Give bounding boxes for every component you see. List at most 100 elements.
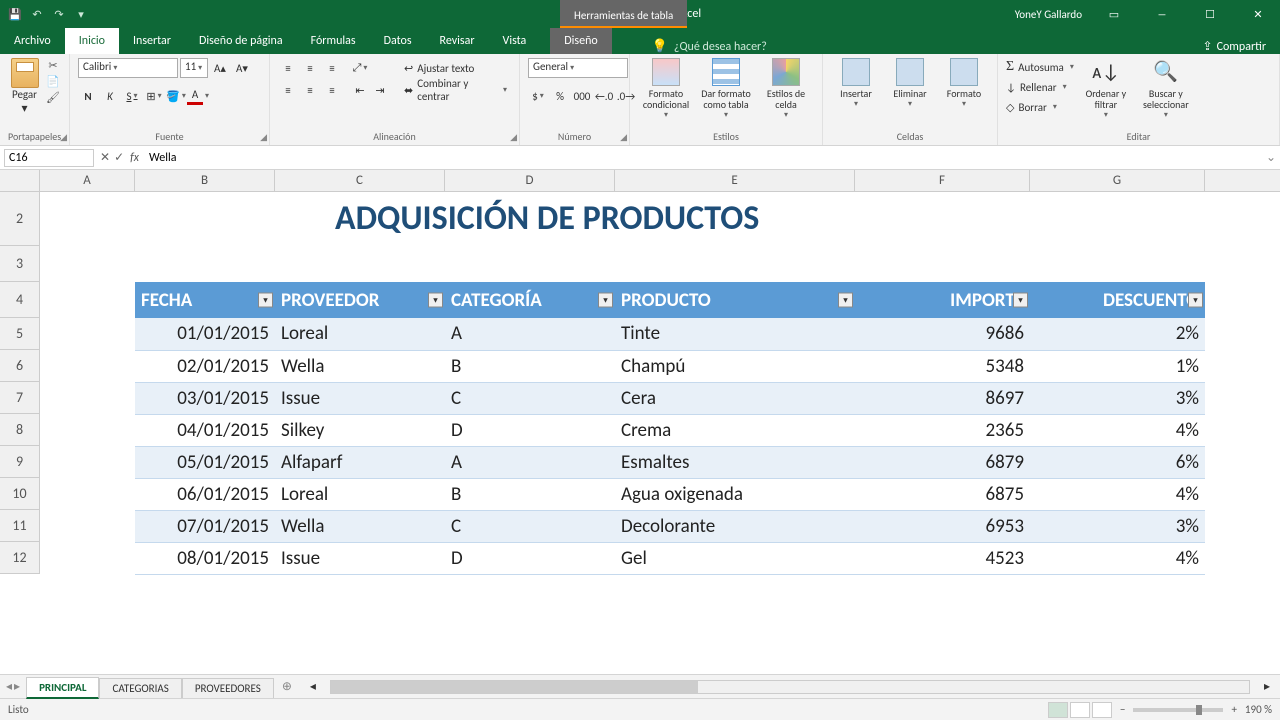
normal-view-icon[interactable] — [1048, 702, 1068, 718]
column-header[interactable]: C — [275, 170, 445, 191]
decrease-font-icon[interactable]: A▾ — [232, 58, 252, 78]
zoom-in-icon[interactable]: + — [1231, 703, 1236, 716]
clear-button[interactable]: ◇Borrar — [1006, 98, 1074, 116]
horizontal-scrollbar[interactable]: ◂ ▸ — [310, 679, 1270, 694]
insert-cells-button[interactable]: Insertar▾ — [831, 58, 881, 110]
filter-dropdown-icon[interactable]: ▾ — [598, 293, 613, 308]
table-cell[interactable]: C — [445, 510, 615, 542]
comma-format-icon[interactable]: 000 — [572, 86, 592, 106]
align-center-icon[interactable]: ≡ — [300, 80, 320, 100]
table-cell[interactable]: Champú — [615, 350, 855, 382]
column-header[interactable]: E — [615, 170, 855, 191]
table-cell[interactable]: 9686 — [855, 318, 1030, 350]
tab-review[interactable]: Revisar — [426, 28, 489, 54]
tab-page-layout[interactable]: Diseño de página — [185, 28, 297, 54]
increase-decimal-icon[interactable]: ←.0 — [594, 86, 614, 106]
paste-button[interactable]: Pegar ▾ — [8, 58, 41, 116]
bold-button[interactable]: N — [78, 86, 98, 106]
table-row[interactable]: 06/01/2015LorealBAgua oxigenada68754% — [135, 478, 1205, 510]
table-cell[interactable]: D — [445, 414, 615, 446]
table-cell[interactable]: Wella — [275, 350, 445, 382]
table-cell[interactable]: 8697 — [855, 382, 1030, 414]
worksheet-grid[interactable]: ABCDEFG 23456789101112 ADQUISICIÓN DE PR… — [0, 170, 1280, 674]
table-cell[interactable]: 2365 — [855, 414, 1030, 446]
increase-indent-icon[interactable]: ⇥ — [370, 80, 390, 100]
table-cell[interactable]: Gel — [615, 542, 855, 574]
table-cell[interactable]: Agua oxigenada — [615, 478, 855, 510]
zoom-out-icon[interactable]: − — [1120, 703, 1125, 716]
dialog-launcher-icon[interactable]: ◢ — [60, 132, 67, 143]
align-left-icon[interactable]: ≡ — [278, 80, 298, 100]
fx-icon[interactable]: fx — [130, 151, 139, 165]
borders-icon[interactable]: ⊞ — [144, 86, 164, 106]
table-row[interactable]: 04/01/2015SilkeyDCrema23654% — [135, 414, 1205, 446]
redo-icon[interactable]: ↷ — [52, 7, 66, 21]
table-cell[interactable]: D — [445, 542, 615, 574]
enter-formula-icon[interactable]: ✓ — [114, 150, 124, 165]
table-cell[interactable]: A — [445, 318, 615, 350]
table-cell[interactable]: Issue — [275, 382, 445, 414]
share-button[interactable]: ⇪ Compartir — [1189, 39, 1280, 54]
table-cell[interactable]: 07/01/2015 — [135, 510, 275, 542]
filter-dropdown-icon[interactable]: ▾ — [838, 293, 853, 308]
format-painter-icon[interactable]: 🖌 — [45, 90, 61, 104]
data-table[interactable]: FECHA▾PROVEEDOR▾CATEGORÍA▾PRODUCTO▾IMPOR… — [135, 282, 1205, 575]
row-header[interactable]: 10 — [0, 478, 39, 510]
row-header[interactable]: 4 — [0, 282, 39, 318]
row-headers[interactable]: 23456789101112 — [0, 192, 40, 574]
table-cell[interactable]: 6879 — [855, 446, 1030, 478]
table-cell[interactable]: 2% — [1030, 318, 1205, 350]
table-row[interactable]: 05/01/2015AlfaparfAEsmaltes68796% — [135, 446, 1205, 478]
row-header[interactable]: 6 — [0, 350, 39, 382]
filter-dropdown-icon[interactable]: ▾ — [1188, 293, 1203, 308]
fill-color-icon[interactable]: 🪣 — [166, 86, 186, 106]
table-cell[interactable]: Alfaparf — [275, 446, 445, 478]
page-break-view-icon[interactable] — [1092, 702, 1112, 718]
dialog-launcher-icon[interactable]: ◢ — [260, 132, 267, 143]
name-box[interactable] — [4, 149, 94, 167]
table-cell[interactable]: Silkey — [275, 414, 445, 446]
table-cell[interactable]: 1% — [1030, 350, 1205, 382]
tell-me-search[interactable]: 💡 ¿Qué desea hacer? — [652, 39, 767, 54]
prev-sheet-icon[interactable]: ◂ — [6, 679, 12, 694]
delete-cells-button[interactable]: Eliminar▾ — [885, 58, 935, 110]
table-cell[interactable]: 6953 — [855, 510, 1030, 542]
accounting-format-icon[interactable]: $ — [528, 86, 548, 106]
table-cell[interactable]: Decolorante — [615, 510, 855, 542]
table-cell[interactable]: Loreal — [275, 478, 445, 510]
table-cell[interactable]: C — [445, 382, 615, 414]
merge-center-button[interactable]: ⬌Combinar y centrar — [400, 80, 511, 100]
table-row[interactable]: 01/01/2015LorealATinte96862% — [135, 318, 1205, 350]
sheet-tab-proveedores[interactable]: PROVEEDORES — [182, 678, 274, 698]
column-header[interactable]: B — [135, 170, 275, 191]
save-icon[interactable]: 💾 — [8, 7, 22, 21]
table-row[interactable]: 07/01/2015WellaCDecolorante69533% — [135, 510, 1205, 542]
table-cell[interactable]: 06/01/2015 — [135, 478, 275, 510]
table-row[interactable]: 03/01/2015IssueCCera86973% — [135, 382, 1205, 414]
formula-input[interactable] — [145, 150, 1262, 166]
align-top-icon[interactable]: ≡ — [278, 58, 298, 78]
table-header[interactable]: FECHA▾ — [135, 282, 275, 318]
row-header[interactable]: 5 — [0, 318, 39, 350]
tab-design[interactable]: Diseño — [550, 28, 611, 54]
filter-dropdown-icon[interactable]: ▾ — [258, 293, 273, 308]
wrap-text-button[interactable]: ↩Ajustar texto — [400, 58, 511, 78]
underline-button[interactable]: S — [122, 86, 142, 106]
row-header[interactable]: 3 — [0, 246, 39, 282]
column-header[interactable]: G — [1030, 170, 1205, 191]
column-headers[interactable]: ABCDEFG — [40, 170, 1280, 192]
scroll-left-icon[interactable]: ◂ — [310, 679, 316, 694]
table-cell[interactable]: 3% — [1030, 382, 1205, 414]
cell-styles-button[interactable]: Estilos de celda▾ — [758, 58, 814, 121]
row-header[interactable]: 8 — [0, 414, 39, 446]
table-cell[interactable]: B — [445, 478, 615, 510]
table-cell[interactable]: 3% — [1030, 510, 1205, 542]
table-cell[interactable]: 4% — [1030, 478, 1205, 510]
number-format-select[interactable]: General — [528, 58, 628, 78]
table-row[interactable]: 08/01/2015IssueDGel45234% — [135, 542, 1205, 574]
zoom-level[interactable]: 190 % — [1245, 703, 1272, 716]
font-size-select[interactable]: 11 — [180, 58, 208, 78]
format-cells-button[interactable]: Formato▾ — [939, 58, 989, 110]
percent-format-icon[interactable]: % — [550, 86, 570, 106]
table-cell[interactable]: 04/01/2015 — [135, 414, 275, 446]
